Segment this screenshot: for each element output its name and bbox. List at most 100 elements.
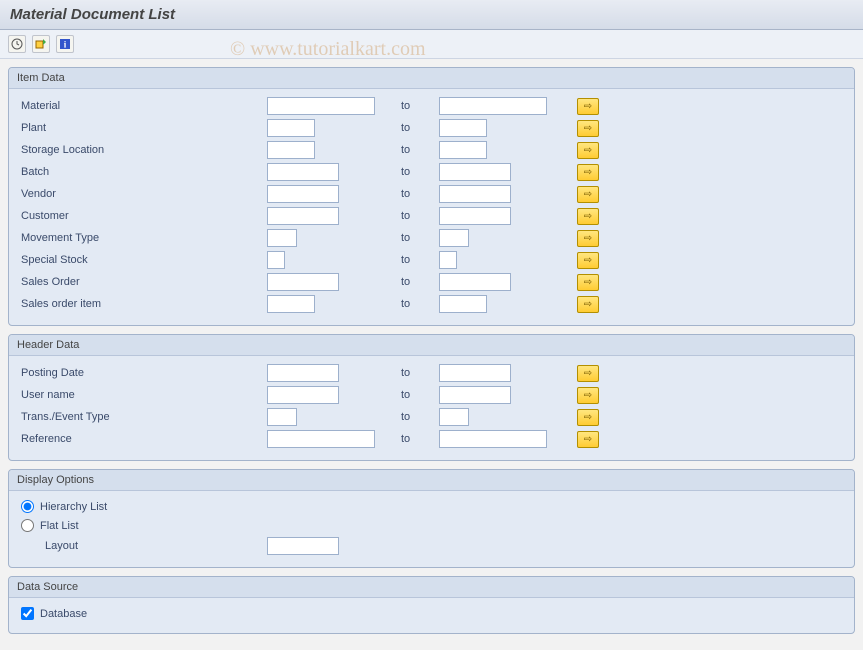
label-user-name: User name: [17, 389, 267, 401]
arrow-right-icon: ⇨: [584, 145, 592, 156]
vendor-to-input[interactable]: [439, 185, 511, 203]
export-button[interactable]: [32, 35, 50, 53]
vendor-multi-button[interactable]: ⇨: [577, 186, 599, 203]
user-name-from-input[interactable]: [267, 386, 339, 404]
plant-from-input[interactable]: [267, 119, 315, 137]
reference-from-input[interactable]: [267, 430, 375, 448]
row-material: Material to ⇨: [17, 95, 846, 117]
layout-input[interactable]: [267, 537, 339, 555]
row-storage-location: Storage Location to ⇨: [17, 139, 846, 161]
sales-order-from-input[interactable]: [267, 273, 339, 291]
sales-order-to-input[interactable]: [439, 273, 511, 291]
clock-icon: [11, 38, 23, 50]
customer-to-input[interactable]: [439, 207, 511, 225]
special-stock-from-input[interactable]: [267, 251, 285, 269]
row-sales-order: Sales Order to ⇨: [17, 271, 846, 293]
movement-type-from-input[interactable]: [267, 229, 297, 247]
arrow-right-icon: ⇨: [584, 255, 592, 266]
to-label: to: [397, 188, 439, 200]
row-user-name: User name to ⇨: [17, 384, 846, 406]
to-label: to: [397, 411, 439, 423]
posting-date-multi-button[interactable]: ⇨: [577, 365, 599, 382]
label-sales-order-item: Sales order item: [17, 298, 267, 310]
row-plant: Plant to ⇨: [17, 117, 846, 139]
plant-multi-button[interactable]: ⇨: [577, 120, 599, 137]
label-batch: Batch: [17, 166, 267, 178]
panel-body: Material to ⇨ Plant to ⇨ Storage Locatio…: [9, 89, 854, 325]
panel-data-source: Data Source Database: [8, 576, 855, 634]
hierarchy-list-radio[interactable]: [21, 500, 34, 513]
storage-location-to-input[interactable]: [439, 141, 487, 159]
flat-list-radio[interactable]: [21, 519, 34, 532]
toolbar: i: [0, 30, 863, 59]
sales-order-item-to-input[interactable]: [439, 295, 487, 313]
label-material: Material: [17, 100, 267, 112]
sales-order-multi-button[interactable]: ⇨: [577, 274, 599, 291]
movement-type-multi-button[interactable]: ⇨: [577, 230, 599, 247]
panel-header-data-source: Data Source: [9, 577, 854, 598]
user-name-multi-button[interactable]: ⇨: [577, 387, 599, 404]
to-label: to: [397, 166, 439, 178]
panel-header-header-data: Header Data: [9, 335, 854, 356]
reference-multi-button[interactable]: ⇨: [577, 431, 599, 448]
row-vendor: Vendor to ⇨: [17, 183, 846, 205]
to-label: to: [397, 433, 439, 445]
special-stock-to-input[interactable]: [439, 251, 457, 269]
trans-event-type-from-input[interactable]: [267, 408, 297, 426]
execute-button[interactable]: [8, 35, 26, 53]
trans-event-type-to-input[interactable]: [439, 408, 469, 426]
arrow-right-icon: ⇨: [584, 434, 592, 445]
label-vendor: Vendor: [17, 188, 267, 200]
export-icon: [35, 38, 47, 50]
plant-to-input[interactable]: [439, 119, 487, 137]
trans-event-type-multi-button[interactable]: ⇨: [577, 409, 599, 426]
label-reference: Reference: [17, 433, 267, 445]
special-stock-multi-button[interactable]: ⇨: [577, 252, 599, 269]
to-label: to: [397, 276, 439, 288]
panel-item-data: Item Data Material to ⇨ Plant to ⇨ Stora…: [8, 67, 855, 326]
batch-from-input[interactable]: [267, 163, 339, 181]
storage-location-from-input[interactable]: [267, 141, 315, 159]
arrow-right-icon: ⇨: [584, 233, 592, 244]
row-posting-date: Posting Date to ⇨: [17, 362, 846, 384]
panel-display-options: Display Options Hierarchy List Flat List…: [8, 469, 855, 568]
batch-multi-button[interactable]: ⇨: [577, 164, 599, 181]
arrow-right-icon: ⇨: [584, 189, 592, 200]
customer-from-input[interactable]: [267, 207, 339, 225]
to-label: to: [397, 298, 439, 310]
info-button[interactable]: i: [56, 35, 74, 53]
reference-to-input[interactable]: [439, 430, 547, 448]
storage-location-multi-button[interactable]: ⇨: [577, 142, 599, 159]
radio-row-hierarchy[interactable]: Hierarchy List: [17, 497, 846, 516]
sales-order-item-from-input[interactable]: [267, 295, 315, 313]
batch-to-input[interactable]: [439, 163, 511, 181]
to-label: to: [397, 100, 439, 112]
panel-header-data: Header Data Posting Date to ⇨ User name …: [8, 334, 855, 461]
vendor-from-input[interactable]: [267, 185, 339, 203]
movement-type-to-input[interactable]: [439, 229, 469, 247]
posting-date-from-input[interactable]: [267, 364, 339, 382]
arrow-right-icon: ⇨: [584, 123, 592, 134]
material-to-input[interactable]: [439, 97, 547, 115]
row-customer: Customer to ⇨: [17, 205, 846, 227]
database-checkbox[interactable]: [21, 607, 34, 620]
label-customer: Customer: [17, 210, 267, 222]
row-trans-event-type: Trans./Event Type to ⇨: [17, 406, 846, 428]
radio-row-flat[interactable]: Flat List: [17, 516, 846, 535]
material-multi-button[interactable]: ⇨: [577, 98, 599, 115]
label-layout: Layout: [17, 540, 267, 552]
info-icon: i: [59, 38, 71, 50]
posting-date-to-input[interactable]: [439, 364, 511, 382]
customer-multi-button[interactable]: ⇨: [577, 208, 599, 225]
to-label: to: [397, 389, 439, 401]
check-row-database[interactable]: Database: [17, 604, 846, 623]
row-sales-order-item: Sales order item to ⇨: [17, 293, 846, 315]
label-storage-location: Storage Location: [17, 144, 267, 156]
arrow-right-icon: ⇨: [584, 211, 592, 222]
user-name-to-input[interactable]: [439, 386, 511, 404]
arrow-right-icon: ⇨: [584, 167, 592, 178]
sales-order-item-multi-button[interactable]: ⇨: [577, 296, 599, 313]
to-label: to: [397, 122, 439, 134]
material-from-input[interactable]: [267, 97, 375, 115]
panel-body: Hierarchy List Flat List Layout: [9, 491, 854, 567]
